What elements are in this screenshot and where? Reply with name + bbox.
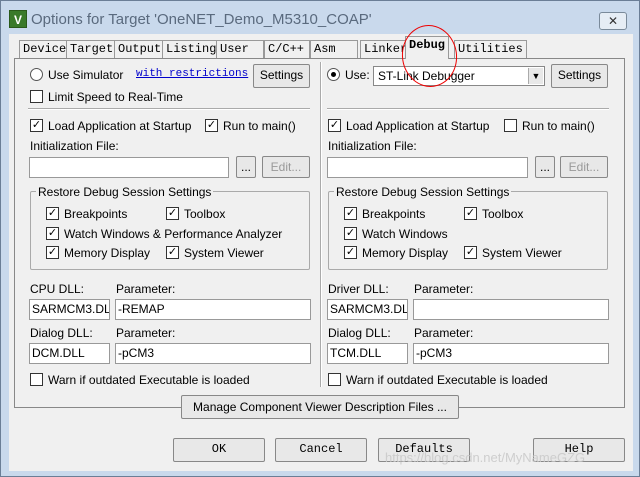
right-load-app-label: Load Application at Startup [346,119,490,133]
tab-asm[interactable]: Asm [310,40,358,58]
right-browse-button[interactable]: ... [535,156,555,178]
right-toolbox-label: Toolbox [482,207,524,221]
use-label: Use: [345,68,370,82]
right-run-main-label: Run to main() [522,119,595,133]
window-title: Options for Target 'OneNET_Demo_M5310_CO… [31,11,372,28]
driver-dll-input[interactable]: SARMCM3.DLL [327,299,408,320]
right-dialog-dll-input[interactable]: TCM.DLL [327,343,408,364]
use-simulator-radio[interactable] [30,68,43,81]
browse-button[interactable]: ... [236,156,256,178]
cancel-button[interactable]: Cancel [275,438,367,462]
driver-param-input[interactable] [413,299,609,320]
limit-speed-label: Limit Speed to Real-Time [48,90,183,104]
simulator-settings-button[interactable]: Settings [253,64,310,88]
right-restore-group-label: Restore Debug Session Settings [334,185,512,199]
limit-speed-checkbox[interactable] [30,90,43,103]
system-viewer-label: System Viewer [184,246,264,260]
right-dialog-dll-label: Dialog DLL: [328,326,391,340]
app-icon: V [9,10,27,28]
tab-user[interactable]: User [216,40,264,58]
memory-label: Memory Display [64,246,151,260]
right-warn-checkbox[interactable] [328,373,341,386]
breakpoints-checkbox[interactable]: ✓ [46,207,59,220]
debugger-settings-button[interactable]: Settings [551,64,608,88]
column-divider [320,62,322,387]
right-watch-label: Watch Windows [362,227,448,241]
tab-listing[interactable]: Listing [162,40,221,58]
use-simulator-label: Use Simulator [48,68,124,82]
right-system-viewer-label: System Viewer [482,246,562,260]
system-viewer-checkbox[interactable]: ✓ [166,246,179,259]
tab-device[interactable]: Device [19,40,71,58]
right-memory-checkbox[interactable]: ✓ [344,246,357,259]
load-app-label: Load Application at Startup [48,119,192,133]
watch-label: Watch Windows & Performance Analyzer [64,227,283,241]
restore-group-label: Restore Debug Session Settings [36,185,214,199]
close-button[interactable]: ✕ [599,12,627,30]
run-main-checkbox[interactable]: ✓ [205,119,218,132]
tab-linker[interactable]: Linker [360,40,412,58]
restrictions-link[interactable]: with restrictions [136,68,248,80]
right-load-app-checkbox[interactable]: ✓ [328,119,341,132]
divider [28,108,310,110]
memory-checkbox[interactable]: ✓ [46,246,59,259]
tab-cc[interactable]: C/C++ [264,40,310,58]
debugger-value: ST-Link Debugger [378,69,475,83]
tab-target[interactable]: Target [66,40,118,58]
right-toolbox-checkbox[interactable]: ✓ [464,207,477,220]
use-debugger-radio[interactable] [327,68,340,81]
cpu-dll-input[interactable]: SARMCM3.DLL [29,299,110,320]
warn-checkbox[interactable] [30,373,43,386]
right-watch-checkbox[interactable]: ✓ [344,227,357,240]
driver-dll-label: Driver DLL: [328,282,389,296]
dialog-dll-label: Dialog DLL: [30,326,93,340]
chevron-down-icon: ▼ [528,68,543,84]
breakpoints-label: Breakpoints [64,207,128,221]
warn-label: Warn if outdated Executable is loaded [48,373,250,387]
run-main-label: Run to main() [223,119,296,133]
right-breakpoints-checkbox[interactable]: ✓ [344,207,357,220]
watermark: https://blog.csdn.net/MyNameGZG [385,450,586,465]
toolbox-label: Toolbox [184,207,226,221]
cpu-param-label: Parameter: [116,282,176,296]
toolbox-checkbox[interactable]: ✓ [166,207,179,220]
divider [327,108,609,110]
manage-component-viewer-button[interactable]: Manage Component Viewer Description File… [181,395,459,419]
cpu-dll-label: CPU DLL: [30,282,85,296]
init-file-label: Initialization File: [30,139,119,153]
tab-output[interactable]: Output [114,40,166,58]
debugger-select[interactable]: ST-Link Debugger ▼ [373,66,545,86]
edit-button[interactable]: Edit... [262,156,310,178]
init-file-input[interactable] [29,157,229,178]
right-dialog-param-label: Parameter: [414,326,474,340]
load-app-checkbox[interactable]: ✓ [30,119,43,132]
tab-utilities[interactable]: Utilities [454,40,527,58]
driver-param-label: Parameter: [414,282,474,296]
right-edit-button[interactable]: Edit... [560,156,608,178]
right-breakpoints-label: Breakpoints [362,207,426,221]
right-init-file-input[interactable] [327,157,528,178]
right-run-main-checkbox[interactable] [504,119,517,132]
tab-debug[interactable]: Debug [405,36,450,59]
dialog-dll-input[interactable]: DCM.DLL [29,343,110,364]
right-memory-label: Memory Display [362,246,449,260]
right-dialog-param-input[interactable]: -pCM3 [413,343,609,364]
right-warn-label: Warn if outdated Executable is loaded [346,373,548,387]
dialog-param-label: Parameter: [116,326,176,340]
right-init-file-label: Initialization File: [328,139,417,153]
dialog-param-input[interactable]: -pCM3 [115,343,311,364]
watch-checkbox[interactable]: ✓ [46,227,59,240]
cpu-param-input[interactable]: -REMAP [115,299,311,320]
ok-button[interactable]: OK [173,438,265,462]
right-system-viewer-checkbox[interactable]: ✓ [464,246,477,259]
